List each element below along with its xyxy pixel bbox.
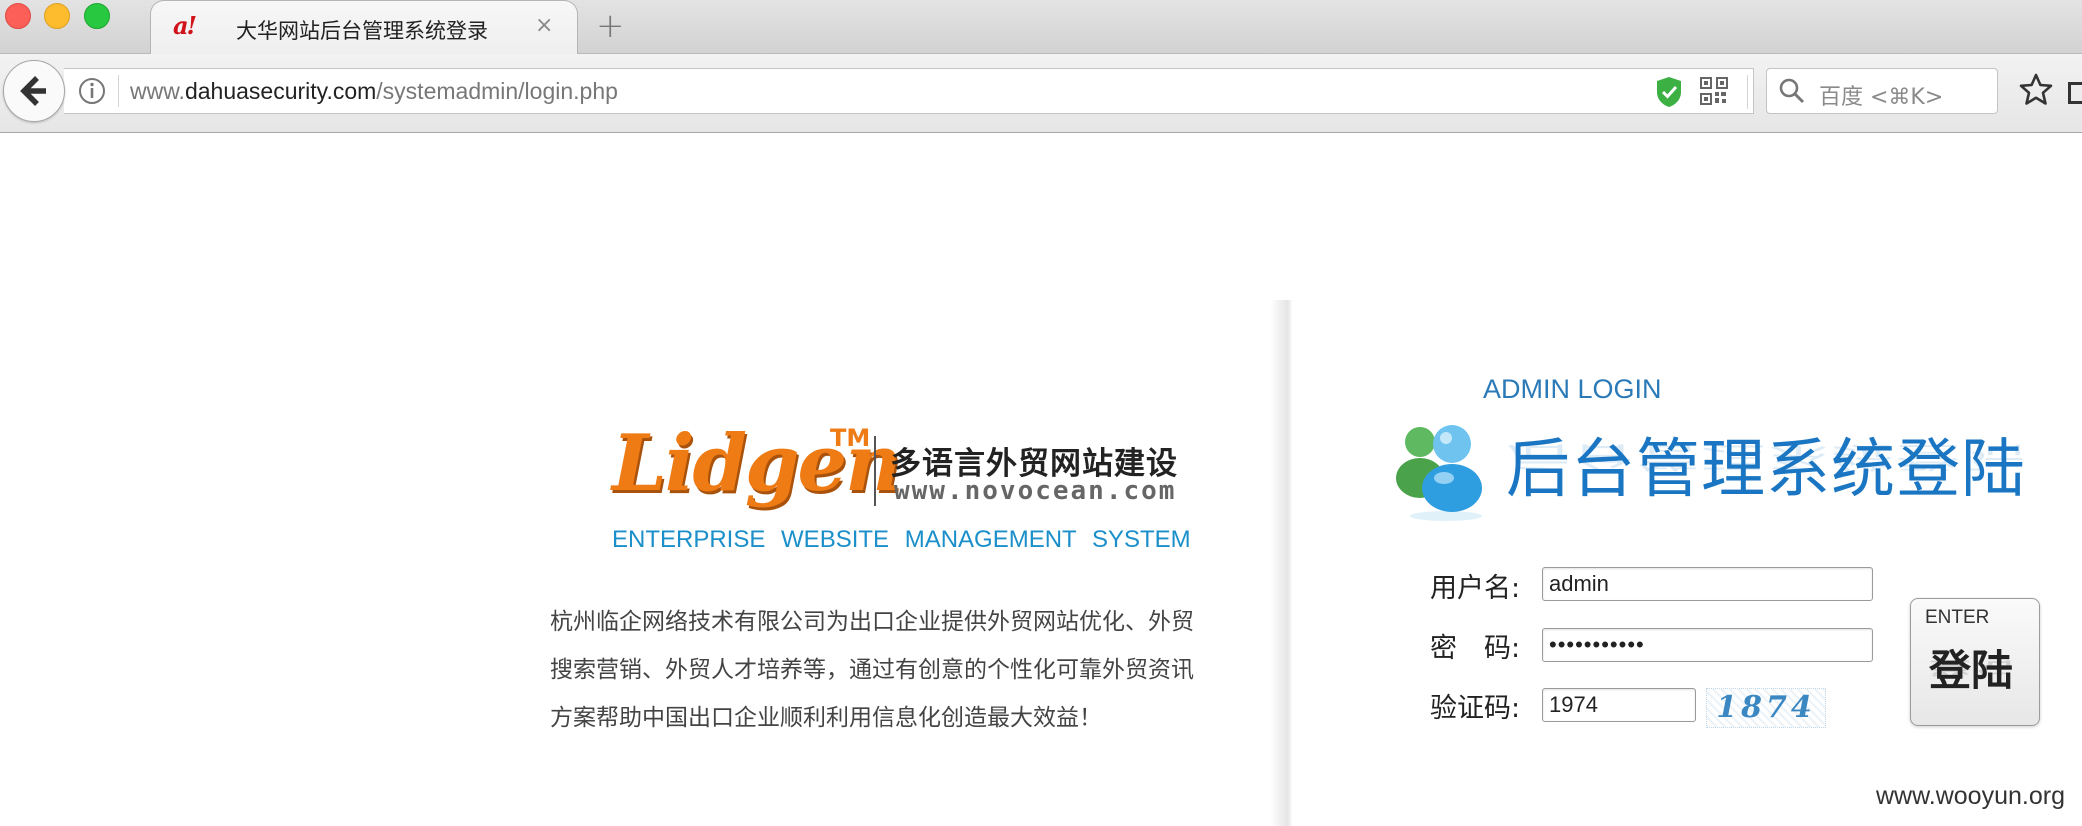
admin-login-heading: ADMIN LOGIN: [1483, 374, 1662, 404]
url-text[interactable]: www.dahuasecurity.com/systemadmin/login.…: [130, 78, 618, 105]
search-icon: [1779, 78, 1805, 104]
submit-label-reflection: 登陆: [1929, 657, 2014, 678]
panel-divider: [1270, 300, 1292, 826]
qr-code-icon[interactable]: [1700, 77, 1728, 105]
tab-close-icon[interactable]: ×: [535, 13, 553, 38]
brand-subtitle: ENTERPRISE WEBSITE MANAGEMENT SYSTEM: [612, 526, 1191, 553]
login-title-reflection: 后台管理系统登陆: [1506, 439, 2026, 474]
site-favicon-icon: a!: [173, 11, 197, 40]
brand-website: www.novocean.com: [894, 476, 1177, 506]
submit-label-en: ENTER: [1925, 607, 1990, 628]
maximize-window-button[interactable]: [84, 3, 110, 29]
tab-active[interactable]: a! 大华网站后台管理系统登录 ×: [150, 0, 578, 54]
browser-tab-bar: a! 大华网站后台管理系统登录 × +: [0, 0, 2082, 54]
url-domain: dahuasecurity.com: [184, 78, 377, 104]
captcha-label: 验证码:: [1430, 693, 1521, 724]
username-input[interactable]: admin: [1542, 567, 1873, 601]
search-placeholder: 百度 <⌘K>: [1819, 85, 1944, 110]
username-label: 用户名:: [1430, 573, 1521, 604]
users-icon: [1396, 425, 1482, 521]
captcha-input[interactable]: 1974: [1542, 688, 1696, 722]
back-arrow-icon: [20, 76, 46, 106]
trademark-mark: TM: [830, 424, 871, 452]
back-button[interactable]: [3, 60, 65, 122]
close-window-button[interactable]: [5, 3, 31, 29]
search-box[interactable]: 百度 <⌘K>: [1766, 68, 1998, 114]
minimize-window-button[interactable]: [44, 3, 70, 29]
login-submit-button[interactable]: ENTER 登陆 登陆: [1910, 598, 2040, 726]
url-path: /systemadmin/login.php: [376, 78, 618, 104]
shield-check-icon[interactable]: [1654, 75, 1684, 109]
star-icon[interactable]: [2018, 72, 2054, 108]
address-bar[interactable]: www.dahuasecurity.com/systemadmin/login.…: [64, 68, 1790, 114]
navigation-bar: www.dahuasecurity.com/systemadmin/login.…: [0, 54, 2082, 133]
watermark: www.wooyun.org: [1876, 782, 2065, 810]
url-prefix: www.: [130, 78, 185, 104]
url-divider: [1747, 75, 1748, 109]
password-label: 密 码:: [1430, 633, 1521, 664]
brand-divider: [874, 436, 876, 506]
url-divider: [118, 75, 119, 107]
captcha-image[interactable]: 1874: [1706, 688, 1826, 728]
new-tab-button[interactable]: +: [596, 6, 625, 46]
password-input[interactable]: •••••••••••: [1542, 628, 1873, 662]
overflow-menu-icon[interactable]: [2068, 82, 2082, 104]
tab-title: 大华网站后台管理系统登录: [236, 19, 488, 43]
company-description: 杭州临企网络技术有限公司为出口企业提供外贸网站优化、外贸搜索营销、外贸人才培养等…: [550, 609, 1194, 731]
info-icon[interactable]: [78, 77, 106, 105]
